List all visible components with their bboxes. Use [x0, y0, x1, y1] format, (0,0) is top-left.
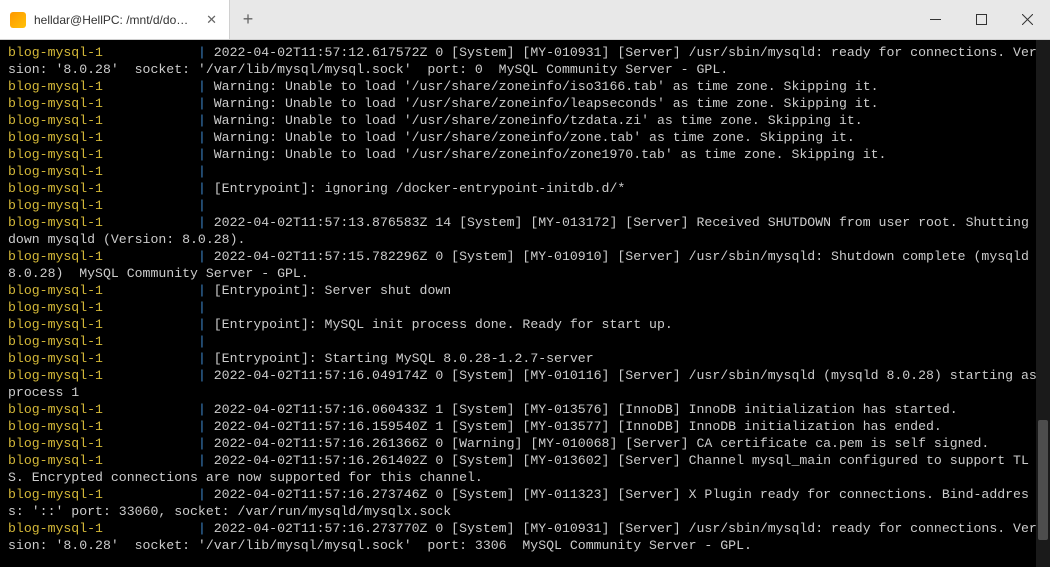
log-line: blog-mysql-1 | 2022-04-02T11:57:12.61757…: [8, 44, 1042, 78]
log-message: Warning: Unable to load '/usr/share/zone…: [214, 113, 863, 128]
log-separator: |: [198, 79, 214, 94]
log-message: 2022-04-02T11:57:16.261366Z 0 [Warning] …: [214, 436, 990, 451]
terminal-tab[interactable]: helldar@HellPC: /mnt/d/domain ✕: [0, 0, 230, 39]
log-line: blog-mysql-1 |: [8, 299, 1042, 316]
log-separator: |: [198, 317, 214, 332]
log-line: blog-mysql-1 | Warning: Unable to load '…: [8, 78, 1042, 95]
terminal-tab-icon: [10, 12, 26, 28]
terminal-body[interactable]: blog-mysql-1 | 2022-04-02T11:57:12.61757…: [0, 40, 1050, 567]
log-message: Warning: Unable to load '/usr/share/zone…: [214, 79, 879, 94]
tab-title: helldar@HellPC: /mnt/d/domain: [34, 13, 196, 27]
window-controls: [912, 0, 1050, 39]
log-separator: |: [198, 198, 214, 213]
log-prefix: blog-mysql-1: [8, 351, 103, 366]
log-message: [Entrypoint]: MySQL init process done. R…: [214, 317, 673, 332]
log-separator: |: [198, 147, 214, 162]
log-message: 2022-04-02T11:57:16.060433Z 1 [System] […: [214, 402, 958, 417]
log-separator: |: [198, 419, 214, 434]
log-prefix: blog-mysql-1: [8, 487, 103, 502]
log-message: 2022-04-02T11:57:16.159540Z 1 [System] […: [214, 419, 942, 434]
log-line: blog-mysql-1 | 2022-04-02T11:57:16.27374…: [8, 486, 1042, 520]
log-prefix: blog-mysql-1: [8, 181, 103, 196]
scrollbar-track[interactable]: [1036, 40, 1050, 567]
log-separator: |: [198, 283, 214, 298]
log-line: blog-mysql-1 | Warning: Unable to load '…: [8, 95, 1042, 112]
log-separator: |: [198, 368, 214, 383]
close-button[interactable]: [1004, 0, 1050, 39]
log-line: blog-mysql-1 | Warning: Unable to load '…: [8, 129, 1042, 146]
log-line: blog-mysql-1 | 2022-04-02T11:57:16.15954…: [8, 418, 1042, 435]
log-line: blog-mysql-1 |: [8, 197, 1042, 214]
log-separator: |: [198, 181, 214, 196]
log-line: blog-mysql-1 |: [8, 163, 1042, 180]
log-line: blog-mysql-1 | 2022-04-02T11:57:16.06043…: [8, 401, 1042, 418]
log-prefix: blog-mysql-1: [8, 419, 103, 434]
log-prefix: blog-mysql-1: [8, 300, 103, 315]
log-separator: |: [198, 351, 214, 366]
log-prefix: blog-mysql-1: [8, 334, 103, 349]
log-line: blog-mysql-1 | 2022-04-02T11:57:16.26140…: [8, 452, 1042, 486]
close-tab-icon[interactable]: ✕: [204, 10, 219, 30]
log-prefix: blog-mysql-1: [8, 164, 103, 179]
log-separator: |: [198, 249, 214, 264]
log-prefix: blog-mysql-1: [8, 249, 103, 264]
log-line: blog-mysql-1 | 2022-04-02T11:57:16.26136…: [8, 435, 1042, 452]
log-prefix: blog-mysql-1: [8, 402, 103, 417]
titlebar: helldar@HellPC: /mnt/d/domain ✕ +: [0, 0, 1050, 40]
log-message: Warning: Unable to load '/usr/share/zone…: [214, 147, 887, 162]
log-separator: |: [198, 215, 214, 230]
scrollbar-thumb[interactable]: [1038, 420, 1048, 540]
log-prefix: blog-mysql-1: [8, 368, 103, 383]
log-line: blog-mysql-1 | [Entrypoint]: Server shut…: [8, 282, 1042, 299]
log-message: Warning: Unable to load '/usr/share/zone…: [214, 96, 879, 111]
log-line: blog-mysql-1 | Warning: Unable to load '…: [8, 146, 1042, 163]
log-separator: |: [198, 334, 214, 349]
log-separator: |: [198, 436, 214, 451]
titlebar-spacer: [266, 0, 912, 39]
log-separator: |: [198, 130, 214, 145]
log-separator: |: [198, 113, 214, 128]
log-prefix: blog-mysql-1: [8, 96, 103, 111]
log-prefix: blog-mysql-1: [8, 198, 103, 213]
log-line: blog-mysql-1 | 2022-04-02T11:57:16.04917…: [8, 367, 1042, 401]
log-separator: |: [198, 96, 214, 111]
log-message: [Entrypoint]: Server shut down: [214, 283, 451, 298]
log-separator: |: [198, 45, 214, 60]
maximize-button[interactable]: [958, 0, 1004, 39]
log-separator: |: [198, 521, 214, 536]
log-line: blog-mysql-1 | 2022-04-02T11:57:16.27377…: [8, 520, 1042, 554]
log-line: blog-mysql-1 | [Entrypoint]: Starting My…: [8, 350, 1042, 367]
minimize-button[interactable]: [912, 0, 958, 39]
log-line: blog-mysql-1 | [Entrypoint]: ignoring /d…: [8, 180, 1042, 197]
log-separator: |: [198, 487, 214, 502]
log-prefix: blog-mysql-1: [8, 130, 103, 145]
new-tab-button[interactable]: +: [230, 0, 266, 39]
log-message: Warning: Unable to load '/usr/share/zone…: [214, 130, 855, 145]
log-prefix: blog-mysql-1: [8, 453, 103, 468]
log-message: [Entrypoint]: Starting MySQL 8.0.28-1.2.…: [214, 351, 594, 366]
log-line: blog-mysql-1 |: [8, 333, 1042, 350]
log-prefix: blog-mysql-1: [8, 45, 103, 60]
log-prefix: blog-mysql-1: [8, 147, 103, 162]
log-separator: |: [198, 300, 214, 315]
log-line: blog-mysql-1 | [Entrypoint]: MySQL init …: [8, 316, 1042, 333]
log-prefix: blog-mysql-1: [8, 436, 103, 451]
log-prefix: blog-mysql-1: [8, 113, 103, 128]
log-line: blog-mysql-1 | Warning: Unable to load '…: [8, 112, 1042, 129]
log-separator: |: [198, 453, 214, 468]
log-separator: |: [198, 402, 214, 417]
log-prefix: blog-mysql-1: [8, 79, 103, 94]
log-message: [Entrypoint]: ignoring /docker-entrypoin…: [214, 181, 626, 196]
log-prefix: blog-mysql-1: [8, 521, 103, 536]
log-separator: |: [198, 164, 214, 179]
log-prefix: blog-mysql-1: [8, 215, 103, 230]
log-prefix: blog-mysql-1: [8, 283, 103, 298]
log-line: blog-mysql-1 | 2022-04-02T11:57:15.78229…: [8, 248, 1042, 282]
log-line: blog-mysql-1 | 2022-04-02T11:57:13.87658…: [8, 214, 1042, 248]
log-prefix: blog-mysql-1: [8, 317, 103, 332]
